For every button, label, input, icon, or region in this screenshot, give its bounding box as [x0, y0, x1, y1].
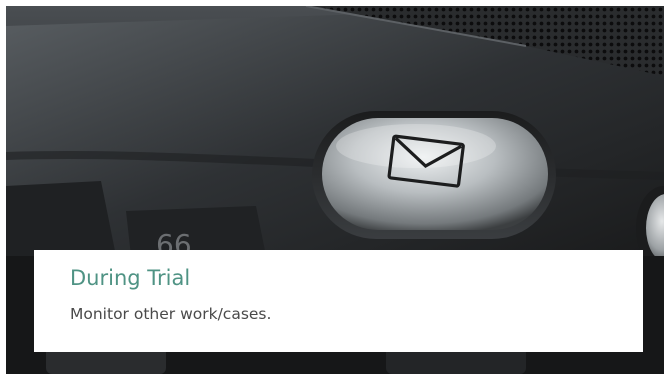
caption-box: During Trial Monitor other work/cases. — [34, 250, 643, 352]
slide: 66 During Trial Monitor other work/cases… — [0, 0, 670, 380]
slide-subtitle: Monitor other work/cases. — [70, 305, 272, 323]
slide-title: During Trial — [70, 266, 191, 290]
